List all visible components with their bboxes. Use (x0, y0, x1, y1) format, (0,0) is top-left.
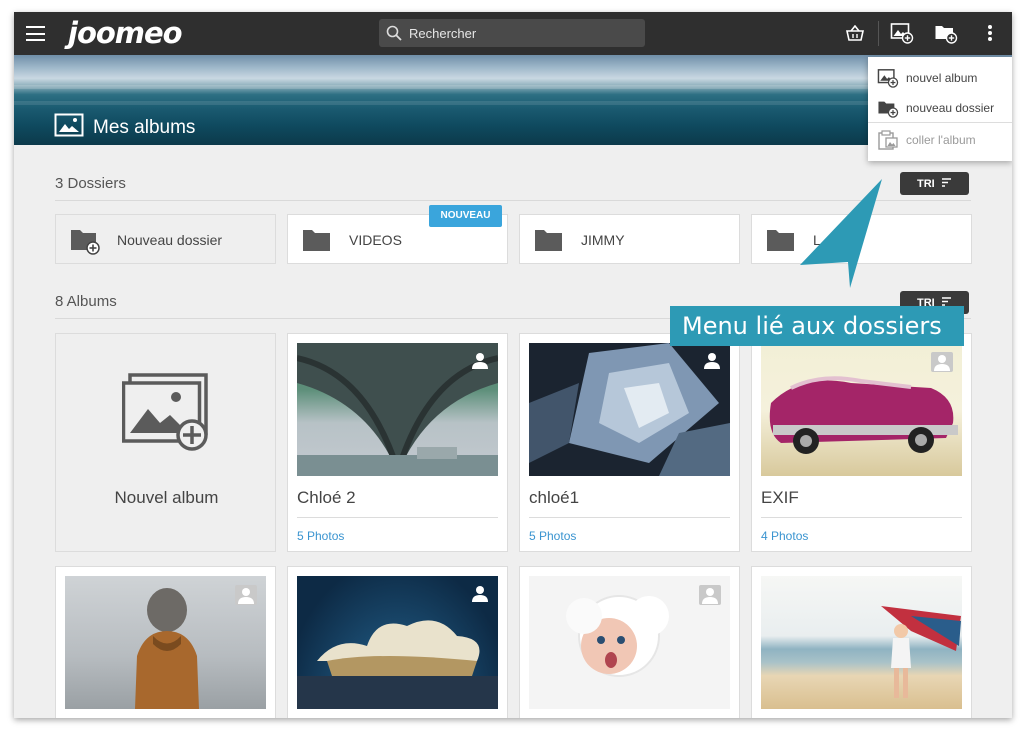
folder-icon (303, 230, 330, 251)
album-card[interactable] (55, 566, 276, 718)
menu-item-label: nouveau dossier (906, 101, 995, 115)
banner: Mes albums (14, 55, 1012, 145)
user-icon (699, 585, 721, 605)
logo[interactable]: joomeo (68, 16, 183, 50)
album-thumbnail (761, 343, 962, 476)
menu-item-label: nouvel album (906, 71, 978, 85)
album-thumbnail (529, 343, 730, 476)
albums-icon (54, 113, 84, 137)
folder-name: Nouveau dossier (117, 232, 223, 248)
album-photo-count[interactable]: 5 Photos (529, 529, 576, 543)
album-card[interactable] (287, 566, 508, 718)
folder-icon (767, 230, 794, 251)
album-name: chloé1 (529, 488, 580, 507)
new-badge: NOUVEAU (429, 205, 502, 227)
divider (761, 517, 962, 518)
menu-item-label: coller l'album (906, 133, 976, 147)
album-thumbnail (65, 576, 266, 709)
album-thumbnail (529, 576, 730, 709)
search-icon (386, 25, 402, 41)
divider (297, 517, 498, 518)
sort-icon (942, 178, 951, 187)
album-card[interactable] (751, 566, 972, 718)
folders-sort-button[interactable]: TRI (900, 172, 969, 195)
new-folder-icon (71, 230, 100, 255)
banner-wave (14, 85, 1012, 89)
folder-card[interactable]: L (751, 214, 972, 264)
album-thumbnail (761, 576, 962, 709)
sort-label: TRI (917, 178, 935, 190)
folder-name: JIMMY (581, 232, 625, 248)
folder-card[interactable]: JIMMY (519, 214, 740, 264)
new-album-card[interactable]: Nouvel album (55, 333, 276, 552)
top-bar: joomeo Rechercher (14, 12, 1012, 55)
user-icon (472, 586, 488, 602)
album-card[interactable]: EXIF 4 Photos (751, 333, 972, 552)
callout-label: Menu lié aux dossiers (670, 306, 964, 346)
album-name: Chloé 2 (297, 488, 356, 507)
page-title: Mes albums (93, 117, 196, 138)
new-folder-card[interactable]: Nouveau dossier (55, 214, 276, 264)
album-card[interactable] (519, 566, 740, 718)
new-album-icon (877, 69, 899, 88)
menu-item-paste-album[interactable]: coller l'album (868, 124, 1012, 154)
folder-name: VIDEOS (349, 232, 402, 248)
menu-item-new-album[interactable]: nouvel album (868, 62, 1012, 92)
album-photo-count[interactable]: 4 Photos (761, 529, 808, 543)
folders-section-title: 3 Dossiers (55, 175, 126, 192)
more-vert-icon[interactable] (987, 24, 993, 42)
app-window: joomeo Rechercher Mes albums 3 Dossiers … (14, 12, 1012, 718)
menu-icon[interactable] (26, 26, 45, 41)
folder-icon (535, 230, 562, 251)
albums-section-title: 8 Albums (55, 293, 117, 310)
album-thumbnail (297, 576, 498, 709)
new-album-label: Nouvel album (114, 488, 219, 507)
new-album-icon (122, 373, 208, 451)
album-name: EXIF (761, 488, 799, 507)
divider (55, 200, 971, 201)
user-icon (235, 585, 257, 605)
menu-divider (868, 122, 1012, 123)
banner-wave (14, 101, 1012, 105)
divider (529, 517, 730, 518)
new-folder-icon[interactable] (934, 22, 958, 44)
basket-icon[interactable] (845, 25, 865, 42)
folder-menu-dropdown: nouvel album nouveau dossier coller l'al… (868, 57, 1012, 161)
paste-album-icon (878, 130, 898, 150)
menu-item-new-folder[interactable]: nouveau dossier (868, 92, 1012, 122)
folder-name: L (813, 232, 821, 248)
user-icon (931, 352, 953, 372)
new-album-icon[interactable] (890, 22, 914, 44)
user-icon (472, 353, 488, 369)
callout-text: Menu lié aux dossiers (682, 312, 942, 340)
album-card[interactable]: Chloé 2 5 Photos (287, 333, 508, 552)
user-icon (704, 353, 720, 369)
search-input[interactable]: Rechercher (379, 19, 645, 47)
album-thumbnail (297, 343, 498, 476)
new-folder-icon (878, 101, 899, 118)
album-photo-count[interactable]: 5 Photos (297, 529, 344, 543)
toolbar-divider (878, 21, 879, 46)
search-placeholder: Rechercher (409, 26, 477, 41)
album-card[interactable]: chloé1 5 Photos (519, 333, 740, 552)
